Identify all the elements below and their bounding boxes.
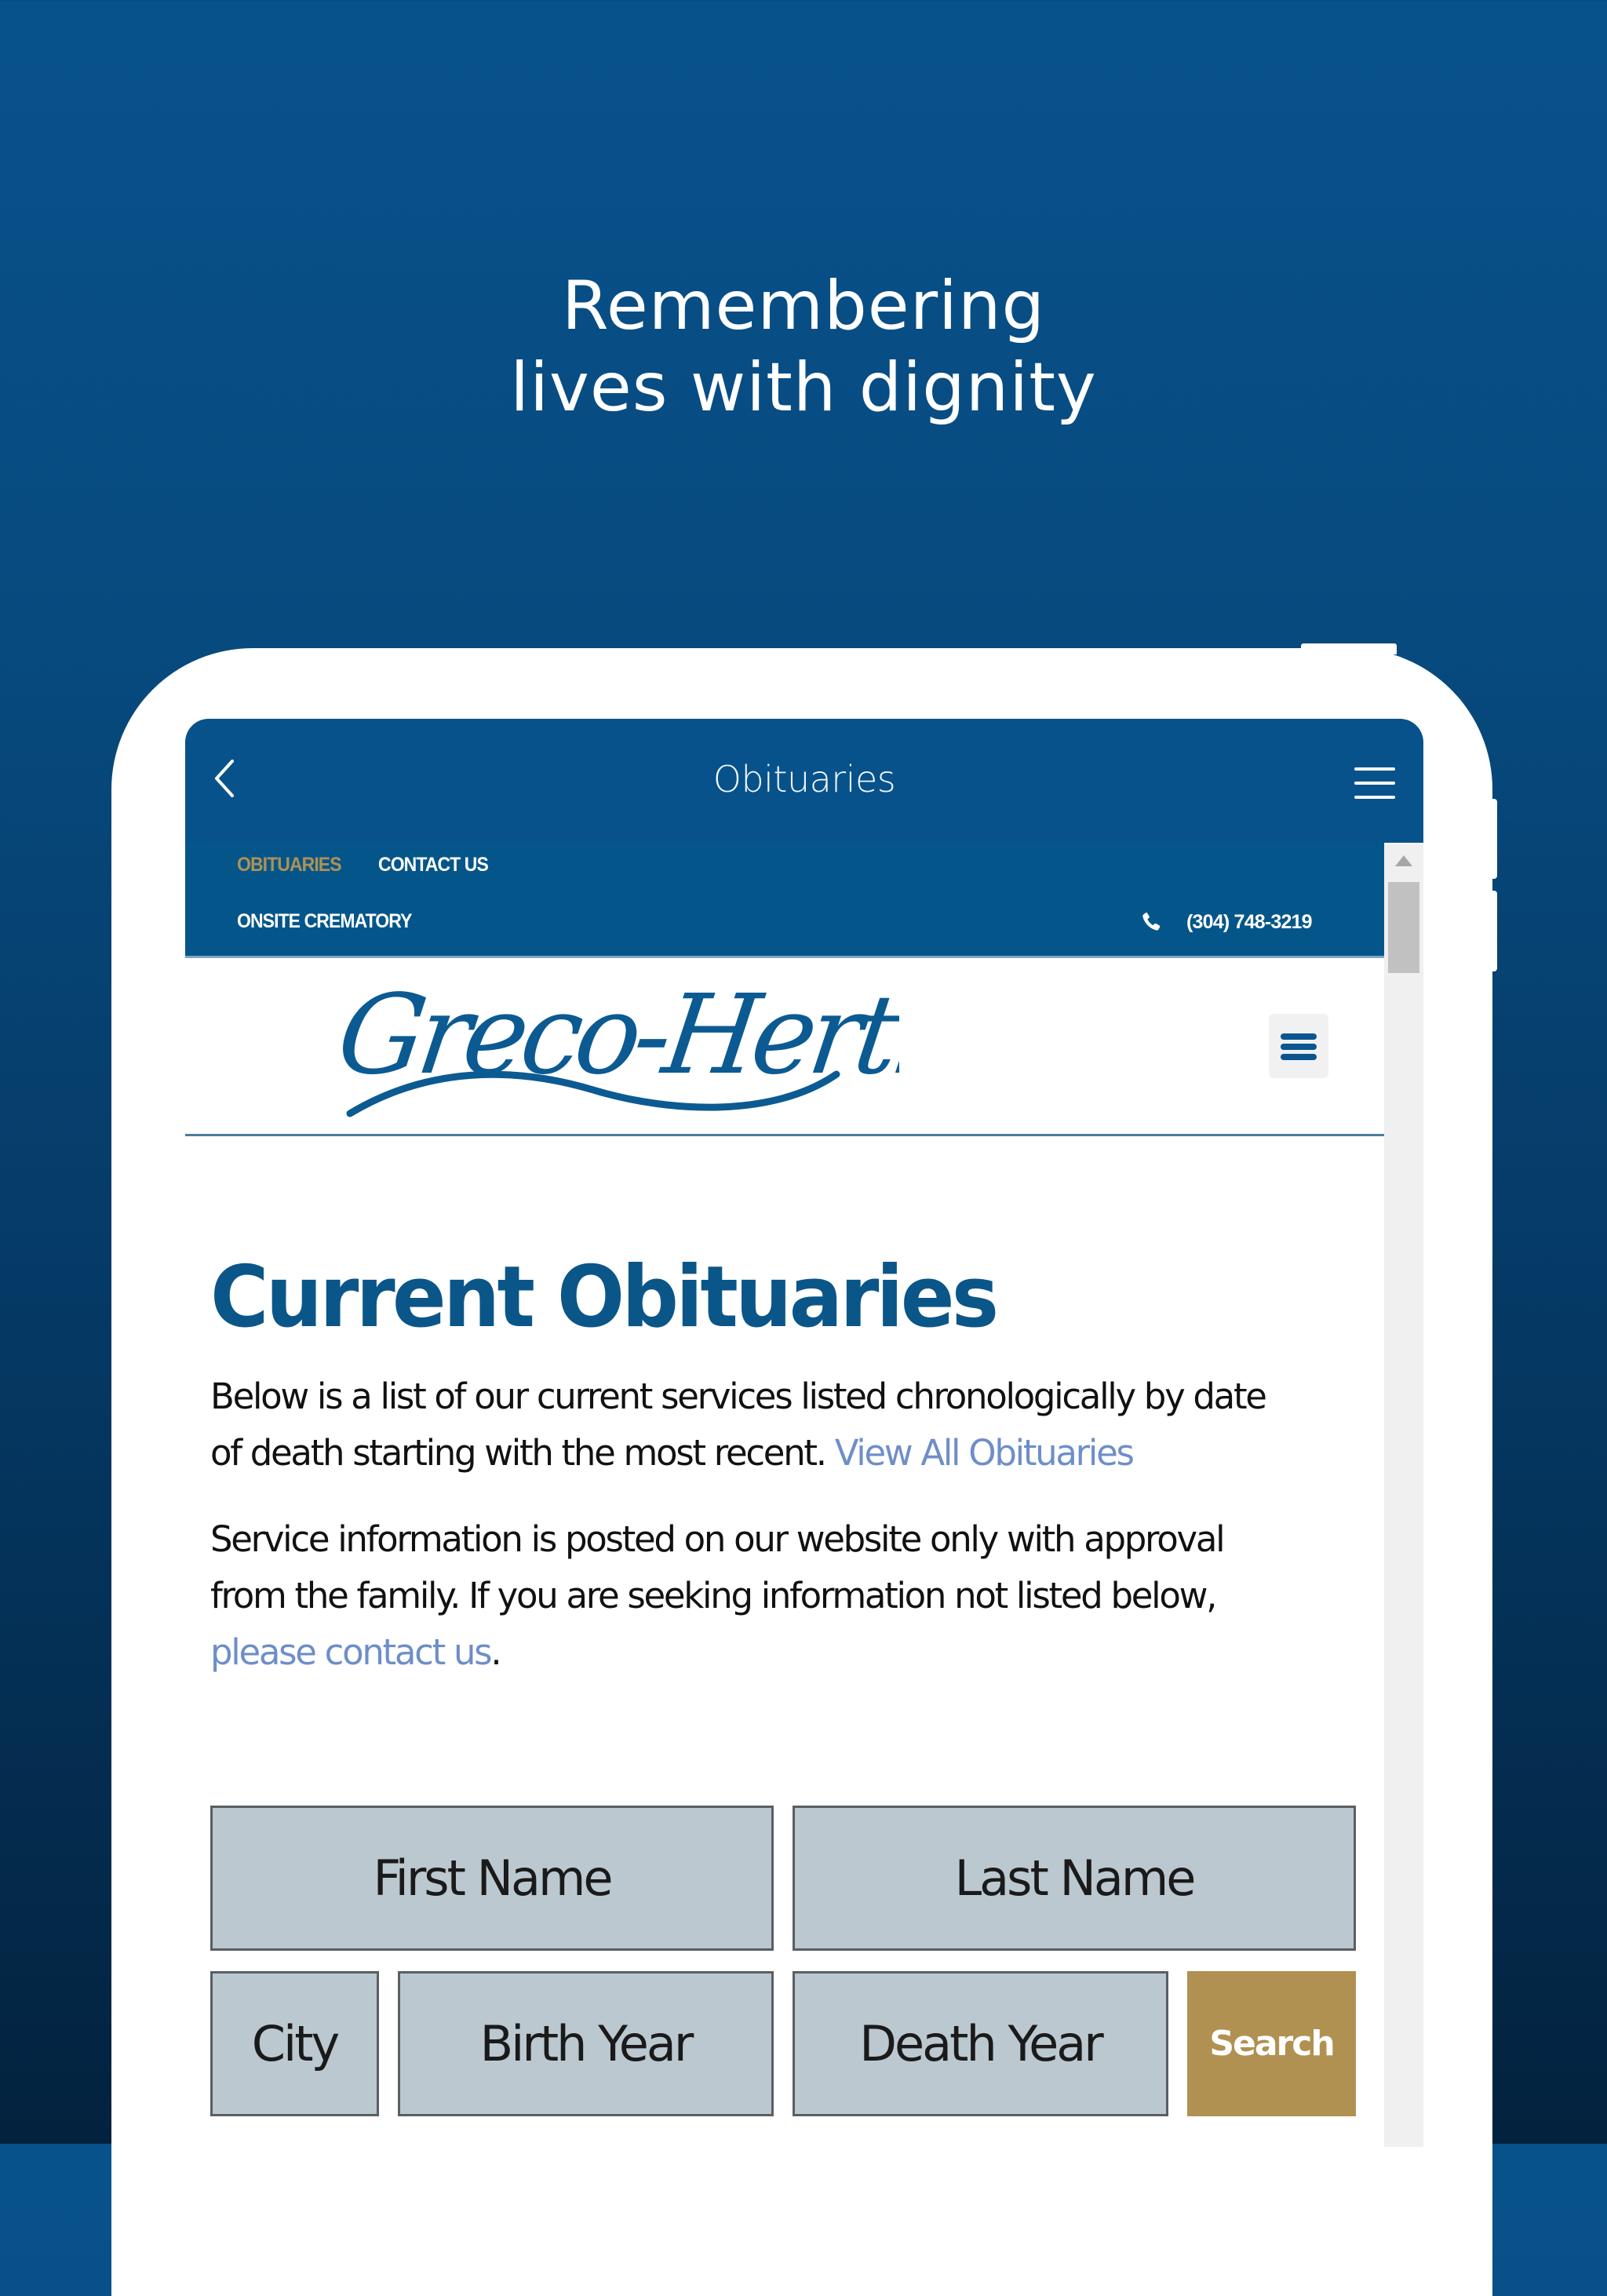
hamburger-menu-icon	[1354, 767, 1395, 771]
web-view: OBITUARIES CONTACT US ONSITE CREMATORY (…	[185, 843, 1384, 2147]
site-header: Greco-Hertnick	[185, 958, 1384, 1136]
app-header: Obituaries	[185, 719, 1423, 843]
intro-text: Below is a list of our current services …	[210, 1376, 1267, 1417]
main-content: Current Obituaries Below is a list of ou…	[210, 1251, 1356, 1681]
device-volume-down-button	[1488, 891, 1497, 971]
hamburger-menu-icon	[1281, 1033, 1317, 1040]
city-placeholder: City	[251, 2015, 341, 2072]
page-title: Current Obituaries	[210, 1248, 999, 1347]
last-name-placeholder: Last Name	[954, 1850, 1197, 1907]
notice-text-2: from the family. If you are seeking info…	[210, 1575, 1217, 1616]
site-menu-button[interactable]	[1269, 1014, 1328, 1078]
first-name-input[interactable]: First Name	[210, 1806, 774, 1951]
phone-link[interactable]: (304) 748-3219	[1139, 910, 1313, 934]
birth-year-input[interactable]: Birth Year	[398, 1971, 774, 2116]
site-nav: OBITUARIES CONTACT US ONSITE CREMATORY (…	[185, 843, 1384, 958]
phone-icon	[1142, 912, 1161, 931]
intro-text-2: of death starting with the most recent.	[210, 1432, 835, 1474]
vertical-scrollbar[interactable]	[1384, 844, 1423, 2147]
nav-onsite-crematory[interactable]: ONSITE CREMATORY	[237, 910, 412, 933]
nav-contact-us[interactable]: CONTACT US	[378, 854, 489, 876]
greco-hertnick-logo[interactable]: Greco-Hertnick	[334, 972, 899, 1121]
device-volume-up-button	[1488, 799, 1497, 879]
app-menu-button[interactable]	[1354, 767, 1395, 799]
scroll-up-arrow-icon[interactable]	[1395, 855, 1412, 866]
last-name-input[interactable]: Last Name	[793, 1806, 1356, 1951]
notice-end: .	[490, 1631, 501, 1673]
death-year-input[interactable]: Death Year	[793, 1971, 1168, 2116]
tagline-line-1: Remembering	[561, 267, 1046, 345]
logo-text: Greco-Hertnick	[334, 972, 899, 1099]
device-top-button	[1301, 643, 1397, 654]
birth-year-placeholder: Birth Year	[479, 2015, 694, 2072]
promo-tagline: Remembering lives with dignity	[0, 265, 1607, 428]
view-all-obituaries-link[interactable]: View All Obituaries	[835, 1432, 1135, 1474]
phone-number: (304) 748-3219	[1186, 910, 1313, 933]
hamburger-line	[1354, 782, 1395, 785]
scroll-thumb[interactable]	[1388, 882, 1419, 973]
notice-paragraph: Service information is posted on our web…	[210, 1511, 1356, 1681]
hamburger-line	[1354, 796, 1395, 799]
hamburger-line	[1281, 1054, 1317, 1060]
notice-text: Service information is posted on our web…	[210, 1518, 1226, 1560]
tagline-line-2: lives with dignity	[510, 348, 1097, 427]
death-year-placeholder: Death Year	[859, 2015, 1103, 2072]
app-title: Obituaries	[712, 758, 896, 800]
app-screen: Obituaries OBITUARIES CONTACT US ONSITE …	[185, 719, 1423, 2147]
hamburger-line	[1281, 1044, 1317, 1050]
contact-us-link[interactable]: please contact us	[210, 1631, 493, 1673]
city-input[interactable]: City	[210, 1971, 379, 2116]
search-button[interactable]: Search	[1187, 1971, 1356, 2116]
nav-obituaries[interactable]: OBITUARIES	[237, 854, 342, 876]
first-name-placeholder: First Name	[373, 1850, 613, 1907]
intro-paragraph: Below is a list of our current services …	[210, 1368, 1356, 1481]
